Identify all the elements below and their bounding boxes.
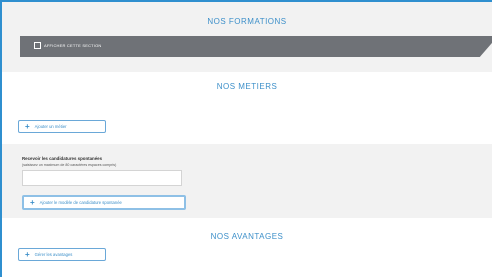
candidatures-hint: (saisissez un maximum de 80 caractères e… xyxy=(22,163,117,167)
plus-icon: + xyxy=(30,197,35,207)
candidatures-title: Recevoir les candidatures spontanées xyxy=(22,156,103,161)
add-candidature-model-label: Ajouter le modèle de candidature spontan… xyxy=(39,200,122,205)
formations-section: NOS FORMATIONS Afficher cette section xyxy=(2,2,492,72)
metiers-title: NOS METIERS xyxy=(216,82,278,91)
show-section-toggle[interactable]: Afficher cette section xyxy=(34,42,102,49)
manage-avantages-label: Gérer les avantages xyxy=(34,252,73,257)
candidatures-input[interactable] xyxy=(22,170,182,186)
show-section-label: Afficher cette section xyxy=(44,43,102,48)
formations-title: NOS FORMATIONS xyxy=(207,17,287,26)
add-metier-label: Ajouter un métier xyxy=(34,124,67,129)
plus-icon: + xyxy=(25,121,30,131)
add-metier-button[interactable]: + Ajouter un métier xyxy=(18,120,106,133)
show-section-checkbox[interactable] xyxy=(34,42,41,49)
add-candidature-model-button[interactable]: + Ajouter le modèle de candidature spont… xyxy=(22,195,186,210)
metiers-section: NOS METIERS xyxy=(2,72,492,144)
manage-avantages-button[interactable]: + Gérer les avantages xyxy=(18,248,106,261)
plus-icon: + xyxy=(25,249,30,259)
avantages-title: NOS AVANTAGES xyxy=(210,232,284,241)
formations-visibility-bar: Afficher cette section xyxy=(20,36,492,57)
